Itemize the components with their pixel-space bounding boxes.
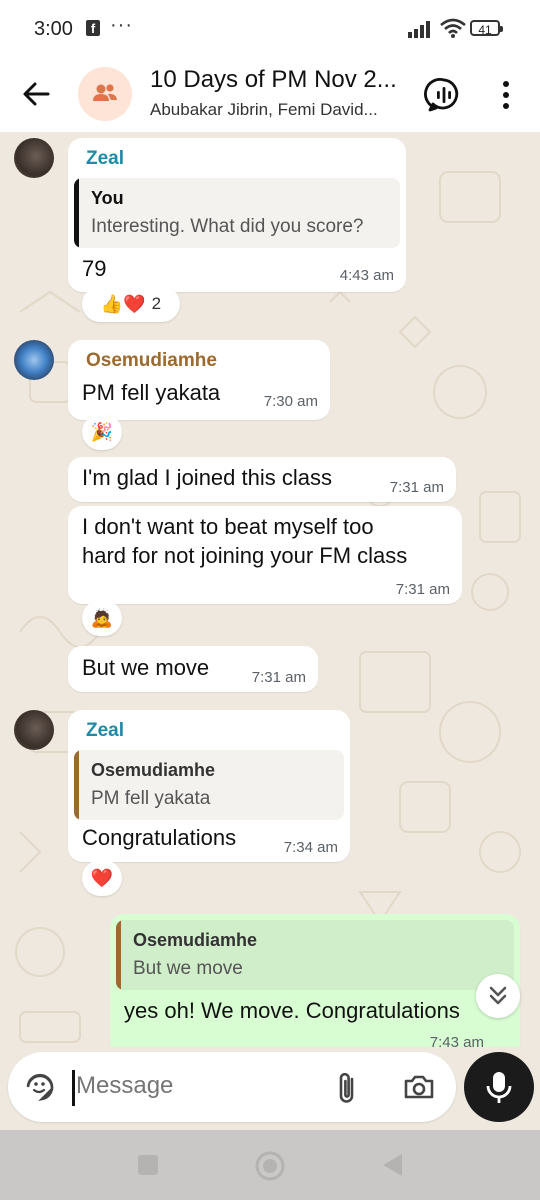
quote-bar [116,920,121,990]
more-notifications-icon: ··· [110,14,133,36]
quote-sender: Osemudiamhe [133,930,258,950]
reactions[interactable]: 🎉 [82,414,122,450]
sender-name[interactable]: Zeal [86,720,124,742]
message-list[interactable]: Zeal You Interesting. What did you score… [0,132,540,1047]
nav-home-icon[interactable] [254,1150,286,1182]
reaction-emojis: 🙇 [90,607,114,628]
nav-square-icon[interactable] [137,1154,159,1176]
text-cursor [72,1070,75,1106]
group-avatar[interactable] [78,67,132,121]
sticker-icon[interactable] [24,1071,56,1103]
quoted-message[interactable]: Osemudiamhe But we move [116,920,514,990]
quoted-message[interactable]: You Interesting. What did you score? [74,178,400,248]
message-time: 7:31 am [251,669,306,686]
message-bubble[interactable]: But we move 7:31 am [68,646,318,692]
reaction-emojis: 👍❤️ [100,293,146,314]
reactions[interactable]: 🙇 [82,600,122,636]
facebook-notification-icon: f [86,20,100,36]
message-time: 7:30 am [263,393,318,410]
more-vert-icon[interactable] [494,78,518,112]
quoted-message[interactable]: Osemudiamhe PM fell yakata [74,750,344,820]
status-time: 3:00 [34,18,73,40]
message-bubble[interactable]: I'm glad I joined this class 7:31 am [68,457,456,502]
scroll-down-icon [489,986,507,1005]
message-text: I don't want to beat myself too hard for… [82,512,407,570]
message-time: 4:43 am [339,267,394,284]
message-time: 7:34 am [283,839,338,856]
message-text: PM fell yakata [82,380,221,405]
chat-title[interactable]: 10 Days of PM Nov 2... [150,66,406,94]
message-composer [8,1052,456,1122]
wifi-icon [440,18,466,38]
quote-bar [74,750,79,820]
message-input[interactable] [76,1072,316,1100]
message-text: 79 [82,256,107,281]
message-text-line: I don't want to beat myself too [82,514,374,539]
sender-name[interactable]: Osemudiamhe [86,350,217,372]
message-text: But we move [82,655,210,680]
scroll-to-bottom-button[interactable] [476,974,520,1018]
sender-name[interactable]: Zeal [86,148,124,170]
reaction-emojis: 🎉 [90,421,114,442]
message-time: 7:43 am [429,1034,484,1047]
chat-participants[interactable]: Abubakar Jibrin, Femi David... [150,100,406,120]
message-text: Congratulations [82,825,237,850]
message-bubble[interactable]: Osemudiamhe PM fell yakata 7:30 am [68,340,330,420]
quote-bar [74,178,79,248]
avatar-osemudiamhe[interactable] [14,340,54,380]
reaction-emojis: ❤️ [90,867,114,888]
message-text-line: hard for not joining your FM class [82,543,408,568]
chat-header: 10 Days of PM Nov 2... Abubakar Jibrin, … [0,58,540,132]
signal-icon [408,21,430,38]
avatar-zeal[interactable] [14,710,54,750]
attach-icon[interactable] [334,1070,360,1106]
message-time: 7:31 am [389,479,444,496]
status-bar: 3:00 f ··· 41 [0,0,540,58]
back-arrow-icon[interactable] [18,76,54,112]
message-text: yes oh! We move. Congratulations [124,998,460,1023]
voice-record-button[interactable] [464,1052,534,1122]
avatar-zeal[interactable] [14,138,54,178]
quote-text: Interesting. What did you score? [91,216,364,237]
message-time: 7:31 am [395,581,450,598]
camera-icon[interactable] [402,1071,436,1103]
quote-text: But we move [133,958,243,979]
message-bubble[interactable]: Zeal You Interesting. What did you score… [68,138,406,292]
quote-text: PM fell yakata [91,788,211,809]
message-bubble-outgoing[interactable]: Osemudiamhe But we move yes oh! We move.… [110,914,520,1047]
reactions[interactable]: 👍❤️ 2 [82,286,180,322]
voice-chat-icon[interactable] [424,75,464,115]
message-bubble[interactable]: Zeal Osemudiamhe PM fell yakata Congratu… [68,710,350,862]
message-bubble[interactable]: I don't want to beat myself too hard for… [68,506,462,604]
message-text: I'm glad I joined this class [82,465,332,490]
group-icon [93,84,117,101]
reaction-count: 2 [151,294,162,313]
mic-icon [486,1072,512,1103]
quote-sender: You [91,188,124,208]
quote-sender: Osemudiamhe [91,760,216,780]
reactions[interactable]: ❤️ [82,860,122,896]
battery-icon: 41 [470,20,503,37]
nav-back-icon[interactable] [380,1152,404,1178]
system-nav-bar [0,1130,540,1200]
